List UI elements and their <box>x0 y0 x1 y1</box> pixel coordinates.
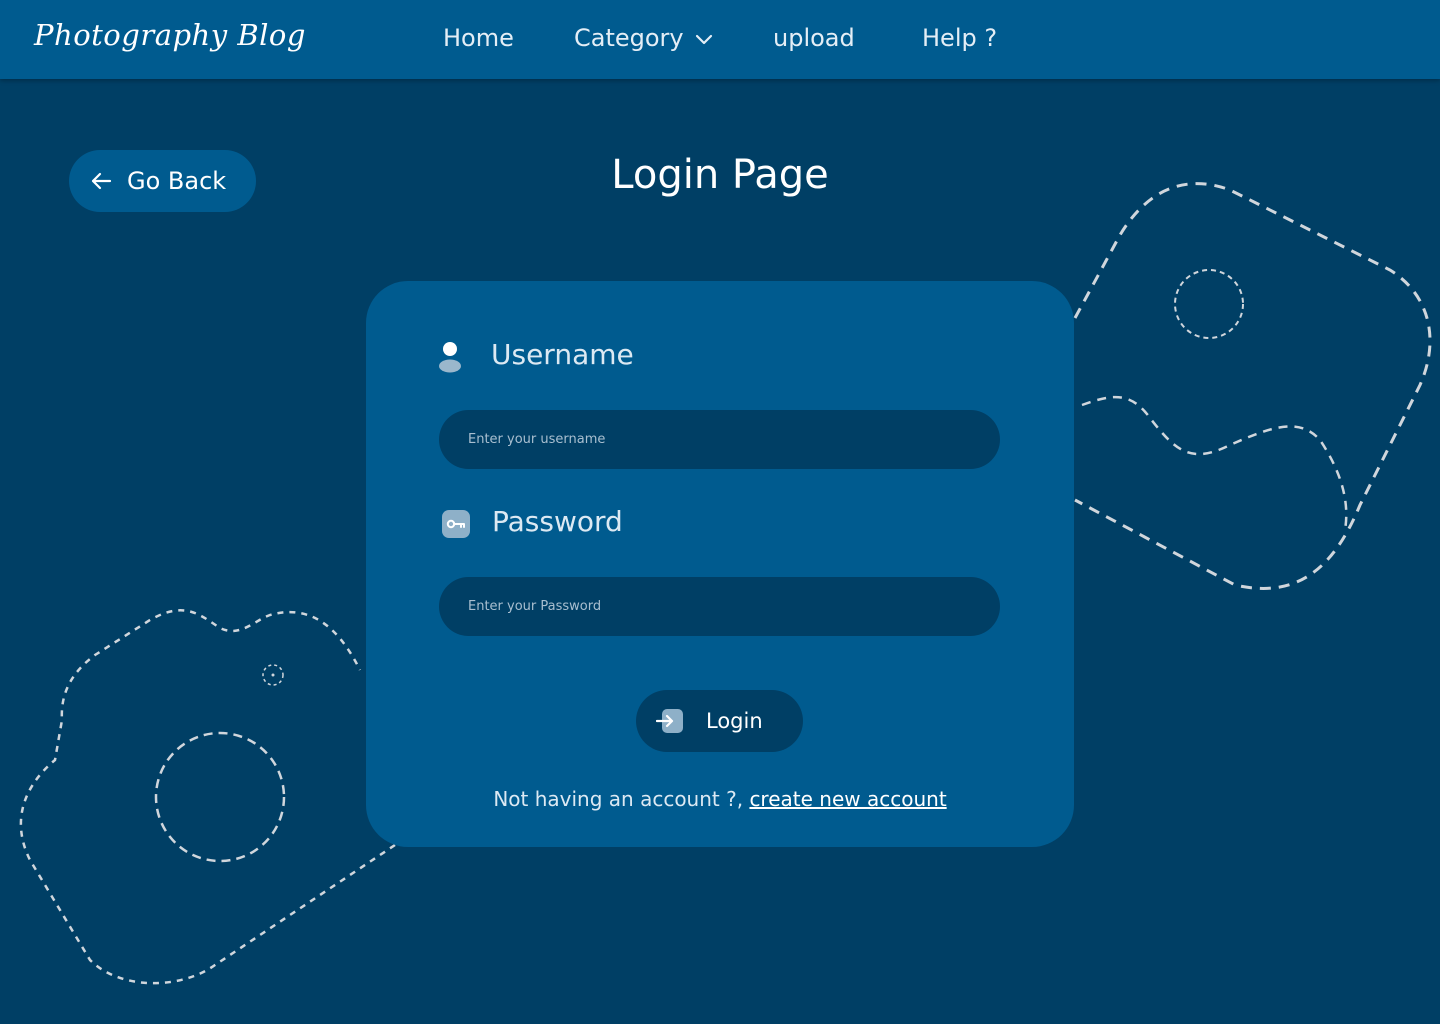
image-outline-icon <box>1073 182 1432 590</box>
signup-prompt-text: Not having an account ?, <box>493 787 744 811</box>
user-icon <box>439 342 461 373</box>
login-card: Username Password Login Not having an ac… <box>366 281 1074 847</box>
login-button[interactable]: Login <box>636 690 803 752</box>
username-label: Username <box>491 338 634 371</box>
password-label: Password <box>492 505 623 538</box>
page-title: Login Page <box>611 152 829 198</box>
signup-prompt: Not having an account ?, create new acco… <box>366 787 1074 811</box>
key-icon <box>442 510 470 538</box>
top-navbar: Photography Blog Home Category upload He… <box>0 0 1440 79</box>
username-input[interactable] <box>439 410 1000 469</box>
nav-category-label: Category <box>574 24 684 52</box>
camera-outline-icon <box>19 609 396 985</box>
nav-help[interactable]: Help ? <box>922 24 997 52</box>
chevron-down-icon <box>695 34 712 45</box>
nav-category[interactable]: Category <box>574 24 714 52</box>
password-input[interactable] <box>439 577 1000 636</box>
login-label: Login <box>706 709 763 733</box>
create-account-link[interactable]: create new account <box>749 787 946 811</box>
nav-upload[interactable]: upload <box>773 24 855 52</box>
site-brand[interactable]: Photography Blog <box>34 18 306 52</box>
nav-home[interactable]: Home <box>443 24 514 52</box>
login-arrow-icon <box>656 709 683 733</box>
